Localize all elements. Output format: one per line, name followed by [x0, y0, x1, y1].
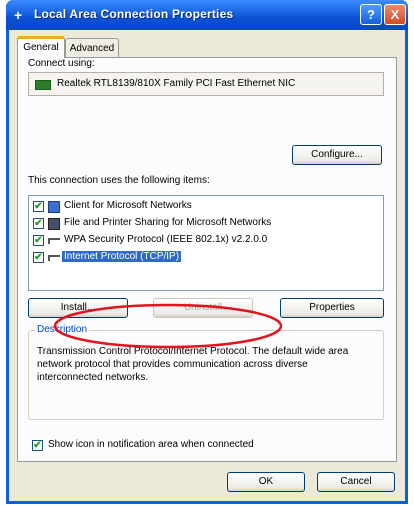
item-checkbox[interactable]: ✔: [33, 218, 44, 229]
items-label: This connection uses the following items…: [28, 175, 210, 186]
properties-dialog: + Local Area Connection Properties ? X G…: [6, 0, 408, 504]
tab-advanced[interactable]: Advanced: [65, 38, 119, 58]
dialog-client-area: General Advanced Connect using: Realtek …: [9, 30, 405, 501]
item-checkbox[interactable]: ✔: [33, 252, 44, 263]
show-icon-label[interactable]: Show icon in notification area when conn…: [48, 439, 254, 450]
cancel-button[interactable]: Cancel: [317, 472, 395, 492]
window-title: Local Area Connection Properties: [34, 7, 234, 21]
printer-icon: [48, 218, 60, 230]
item-label: Client for Microsoft Networks: [64, 200, 192, 211]
help-button[interactable]: ?: [360, 4, 382, 25]
list-item-internet-protocol-tcpip[interactable]: ✔ Internet Protocol (TCP/IP): [33, 250, 379, 266]
protocol-icon: [48, 255, 60, 261]
connect-using-label: Connect using:: [28, 58, 95, 69]
network-adapter-icon: [35, 80, 51, 90]
general-tab-panel: Connect using: Realtek RTL8139/810X Fami…: [17, 57, 397, 462]
list-item-file-and-printer-sharing[interactable]: ✔ File and Printer Sharing for Microsoft…: [33, 216, 379, 232]
list-item-wpa-security-protocol[interactable]: ✔ WPA Security Protocol (IEEE 802.1x) v2…: [33, 233, 379, 249]
annotation-ellipse: [53, 303, 283, 349]
title-bar[interactable]: + Local Area Connection Properties ? X: [6, 0, 408, 30]
configure-button[interactable]: Configure...: [292, 145, 382, 165]
components-list[interactable]: ✔ Client for Microsoft Networks ✔ File a…: [28, 195, 384, 291]
list-item-client-for-microsoft-networks[interactable]: ✔ Client for Microsoft Networks: [33, 199, 379, 215]
item-label: WPA Security Protocol (IEEE 802.1x) v2.2…: [64, 234, 268, 245]
item-checkbox[interactable]: ✔: [33, 235, 44, 246]
adapter-box: Realtek RTL8139/810X Family PCI Fast Eth…: [28, 72, 384, 96]
close-button[interactable]: X: [384, 4, 406, 25]
ok-button[interactable]: OK: [227, 472, 305, 492]
description-text: Transmission Control Protocol/Internet P…: [37, 346, 349, 383]
tab-general[interactable]: General: [17, 36, 65, 58]
item-checkbox[interactable]: ✔: [33, 201, 44, 212]
client-icon: [48, 201, 60, 213]
properties-button[interactable]: Properties: [280, 298, 384, 318]
item-label: File and Printer Sharing for Microsoft N…: [64, 217, 272, 228]
protocol-icon: [48, 238, 60, 244]
annotation-circle: [53, 303, 283, 349]
network-connection-icon: +: [14, 7, 23, 23]
item-label: Internet Protocol (TCP/IP): [62, 251, 182, 262]
show-icon-checkbox[interactable]: ✔: [32, 440, 43, 451]
adapter-name: Realtek RTL8139/810X Family PCI Fast Eth…: [57, 78, 296, 89]
